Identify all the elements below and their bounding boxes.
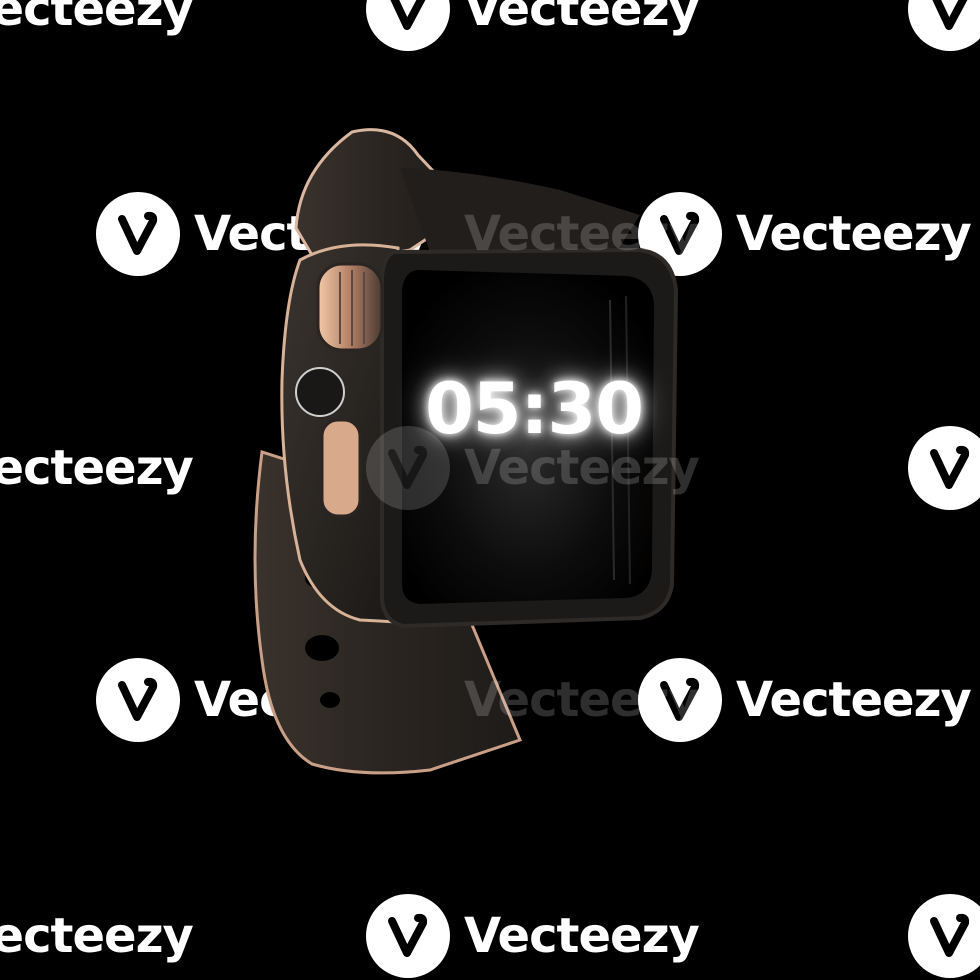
watermark-text: Vecteezy <box>464 0 700 37</box>
digital-crown <box>316 262 384 352</box>
watermark-text: Vecteezy <box>464 672 700 728</box>
watermark-text: Vecteezy <box>464 440 700 496</box>
watermark-text: Vecteezy <box>736 672 972 728</box>
watermark-text: Vecteezy <box>0 0 194 37</box>
watermark: Vecteezy <box>908 0 980 51</box>
vecteezy-logo-icon <box>908 894 980 978</box>
watermark: Vecteezy <box>0 0 194 51</box>
vecteezy-logo-icon <box>908 0 980 51</box>
watermark: Vecteezy <box>908 426 980 510</box>
watermark-text: Vecteezy <box>0 440 194 496</box>
vecteezy-logo-icon <box>96 192 180 276</box>
watermark-text: Vecteezy <box>464 206 700 262</box>
vecteezy-logo-icon <box>366 894 450 978</box>
vecteezy-logo-icon <box>96 658 180 742</box>
watermark: Vecteezy <box>366 192 700 276</box>
watermark-text: Vecteezy <box>464 908 700 964</box>
vecteezy-logo-icon <box>908 426 980 510</box>
watermark: Vecteezy <box>908 894 980 978</box>
watermark: Vecteezy <box>366 658 700 742</box>
watermark: Vecteezy <box>0 894 194 978</box>
watermark-text: Vecteezy <box>736 206 972 262</box>
watermark: Vecteezy <box>366 426 700 510</box>
side-button <box>320 418 362 518</box>
watermark: Vecteezy <box>366 0 700 51</box>
vecteezy-logo-icon <box>366 0 450 51</box>
watermark: Vecteezy <box>0 426 194 510</box>
vecteezy-logo-icon <box>366 426 450 510</box>
band-hole <box>305 568 331 588</box>
watermark: Vecteezy <box>366 894 700 978</box>
product-image: Vecteezy Vecteezy Vecteezy Vecteezy Vect… <box>0 0 980 980</box>
watermark-text: Vecteezy <box>0 908 194 964</box>
